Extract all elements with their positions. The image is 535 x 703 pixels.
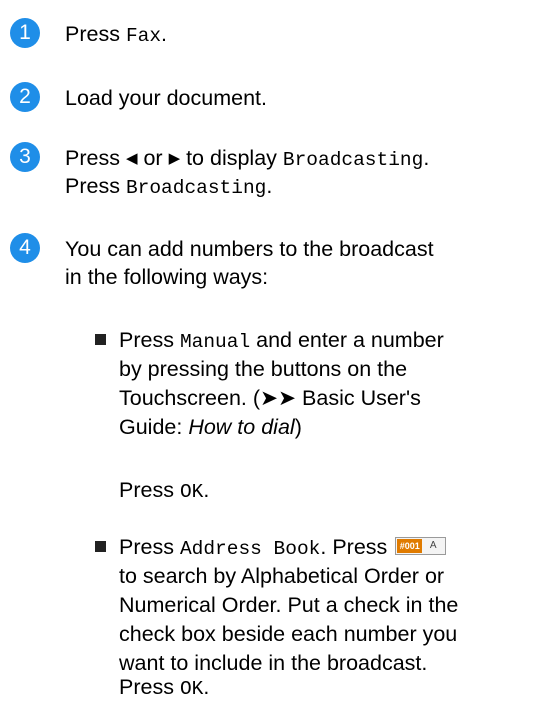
- text-run: to display: [180, 146, 283, 170]
- right-arrow-icon: ▶: [168, 150, 181, 167]
- bullet-line-2: by pressing the buttons on the: [119, 357, 408, 381]
- step-number-badge: 1: [10, 18, 40, 48]
- text-run: .: [423, 146, 430, 170]
- text-run: or: [137, 146, 169, 170]
- bullet-line-4: Guide: How to dial): [119, 413, 527, 442]
- bullet-item-manual: Press Manual and enter a number by press…: [95, 326, 527, 466]
- lcd-key-manual: Manual: [179, 331, 251, 353]
- lcd-key-broadcasting: Broadcasting: [125, 177, 267, 199]
- step-text: Load your document.: [65, 86, 267, 110]
- step-text-line-1: Press ◀ or ▶ to display Broadcasting.: [65, 144, 527, 175]
- lcd-key-broadcasting: Broadcasting: [282, 149, 424, 171]
- text-run: and enter a number: [250, 328, 444, 352]
- square-bullet-icon: [95, 334, 106, 345]
- reference-link: How to dial: [188, 415, 295, 439]
- text-run: Basic User's: [296, 386, 421, 410]
- bullet-line-3: Numerical Order. Put a check in the: [119, 593, 459, 617]
- press-ok-line: Press OK.: [119, 673, 209, 703]
- lcd-key-ok: OK: [179, 678, 204, 700]
- double-arrow-icon: ➤➤: [260, 386, 297, 410]
- text-run: ): [294, 415, 302, 439]
- bullet-line-4: check box beside each number you: [119, 622, 458, 646]
- text-run: Press: [119, 535, 180, 559]
- text-run: Press: [119, 478, 180, 502]
- bullet-line-2: to search by Alphabetical Order or: [119, 564, 445, 588]
- text-run: Press: [119, 675, 180, 699]
- text-run: . Press: [320, 535, 394, 559]
- step-text-line-2: Press Broadcasting.: [65, 172, 527, 202]
- text-run: .: [266, 174, 273, 198]
- step-text: Press Fax.: [65, 20, 527, 50]
- step-number-badge: 3: [10, 142, 40, 172]
- bullet-item-address-book: Press Address Book. Press #001 A to searc…: [95, 533, 527, 683]
- text-run: Guide:: [119, 415, 189, 439]
- text-run: Press: [65, 22, 126, 46]
- left-arrow-icon: ◀: [125, 150, 138, 167]
- lcd-key-address-book: Address Book: [179, 538, 321, 560]
- bullet-line-1: Press Address Book. Press #001 A: [119, 533, 527, 564]
- lcd-key-ok: OK: [179, 481, 204, 503]
- text-run: Press: [65, 174, 126, 198]
- text-run: Touchscreen. (: [119, 386, 261, 410]
- text-run: .: [203, 478, 210, 502]
- step-number-badge: 2: [10, 82, 40, 112]
- number-sort-label: #001: [397, 539, 423, 554]
- text-run: Press: [65, 146, 126, 170]
- press-ok-line: Press OK.: [119, 476, 209, 506]
- square-bullet-icon: [95, 541, 106, 552]
- text-run: .: [203, 675, 210, 699]
- sort-order-button-icon: #001 A: [395, 537, 447, 556]
- step-text-line-1: You can add numbers to the broadcast: [65, 237, 434, 261]
- bullet-line-1: Press Manual and enter a number: [119, 326, 527, 357]
- step-number-badge: 4: [10, 233, 40, 263]
- text-run: Press: [119, 328, 180, 352]
- step-text-line-2: in the following ways:: [65, 265, 269, 289]
- lcd-key-fax: Fax: [125, 25, 162, 47]
- alpha-sort-label: A: [429, 540, 437, 552]
- bullet-line-3: Touchscreen. (➤➤ Basic User's: [119, 384, 527, 413]
- text-run: .: [161, 22, 168, 46]
